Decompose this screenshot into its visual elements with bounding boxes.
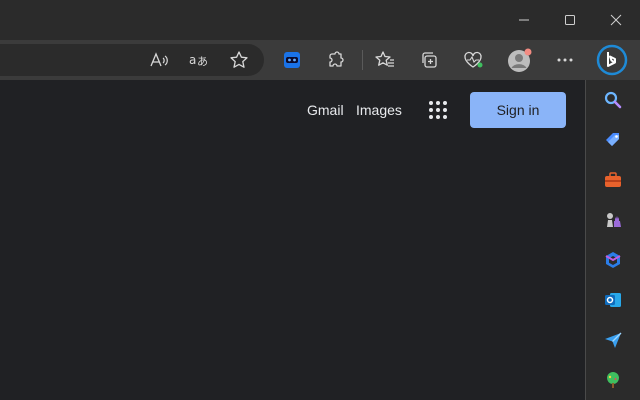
read-aloud-icon <box>150 52 168 67</box>
svg-text:a: a <box>189 53 196 67</box>
more-options-button[interactable] <box>549 44 581 76</box>
maximize-icon <box>565 15 575 25</box>
browser-essentials-button[interactable] <box>457 44 489 76</box>
outlook-icon <box>605 293 621 307</box>
tools-briefcase-icon <box>605 172 621 187</box>
read-aloud-button[interactable] <box>143 44 175 76</box>
collections-icon <box>422 52 437 68</box>
extension-badge-button[interactable] <box>276 44 308 76</box>
favorite-button[interactable] <box>223 44 255 76</box>
favorites-icon <box>375 51 394 67</box>
minimize-button[interactable] <box>501 0 547 40</box>
sidebar-m365-button[interactable] <box>601 248 625 272</box>
sidebar-games-button[interactable] <box>601 208 625 232</box>
microsoft-365-icon <box>605 252 621 268</box>
edge-sidebar <box>585 80 640 400</box>
translate-button[interactable]: aあ <box>183 44 215 76</box>
google-apps-button[interactable] <box>426 98 450 122</box>
drop-send-icon <box>605 332 622 348</box>
sidebar-search-button[interactable] <box>601 88 625 112</box>
images-link[interactable]: Images <box>356 101 402 119</box>
sidebar-outlook-button[interactable] <box>601 288 625 312</box>
close-icon <box>610 14 622 26</box>
shopping-tag-icon <box>606 133 619 146</box>
apps-grid-icon <box>429 101 447 119</box>
sign-in-button[interactable]: Sign in <box>470 92 566 128</box>
more-options-icon <box>557 58 573 62</box>
tree-icon <box>607 372 619 388</box>
search-icon <box>604 91 622 109</box>
close-button[interactable] <box>593 0 639 40</box>
favorite-star-icon <box>230 51 248 68</box>
minimize-icon <box>519 19 529 21</box>
bing-copilot-icon <box>596 44 628 76</box>
profile-avatar-icon <box>508 48 532 72</box>
extensions-button[interactable] <box>320 44 352 76</box>
extension-badge-icon <box>284 52 300 68</box>
browser-essentials-icon <box>464 51 483 68</box>
favorites-button[interactable] <box>369 44 401 76</box>
svg-text:あ: あ <box>197 55 208 68</box>
profile-button[interactable] <box>503 44 535 76</box>
maximize-button[interactable] <box>547 0 593 40</box>
sidebar-tools-button[interactable] <box>601 168 625 192</box>
gmail-link[interactable]: Gmail <box>307 101 344 119</box>
translate-icon: aあ <box>189 53 208 68</box>
sidebar-shopping-button[interactable] <box>601 128 625 152</box>
sidebar-tree-button[interactable] <box>601 368 625 392</box>
sidebar-drop-button[interactable] <box>601 328 625 352</box>
web-page-content <box>0 80 585 400</box>
title-bar <box>0 0 640 40</box>
bing-copilot-button[interactable] <box>596 44 628 76</box>
toolbar-separator <box>362 50 363 70</box>
extensions-puzzle-icon <box>329 51 344 67</box>
collections-button[interactable] <box>413 44 445 76</box>
games-chess-icon <box>607 213 621 227</box>
